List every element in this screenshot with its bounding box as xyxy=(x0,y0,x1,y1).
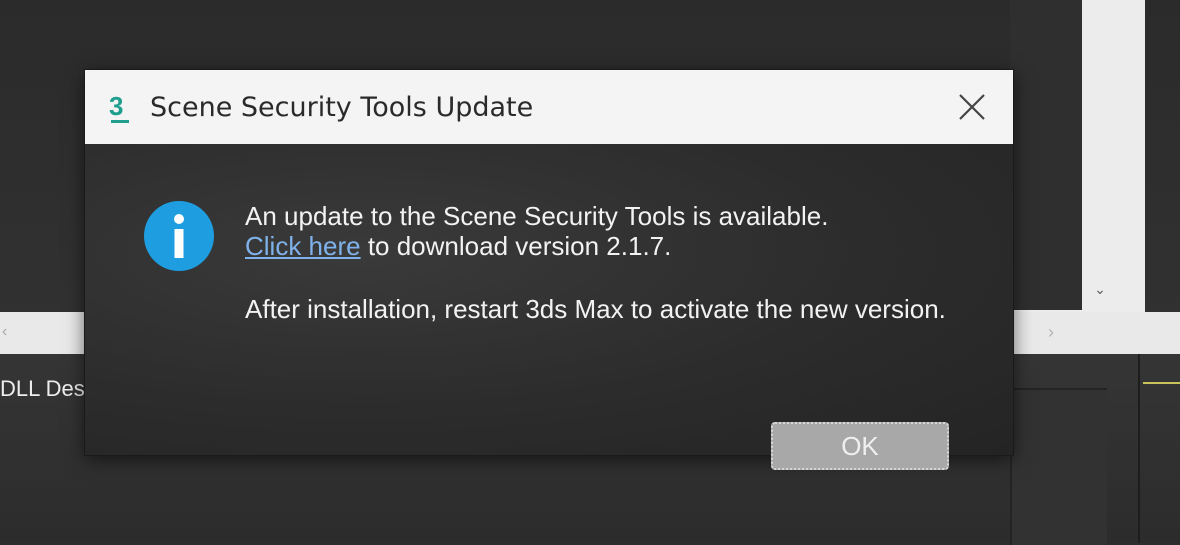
chevron-down-icon[interactable]: ⌄ xyxy=(1091,280,1109,298)
chevron-right-icon[interactable]: › xyxy=(1048,322,1064,342)
panel-divider xyxy=(1138,354,1140,543)
update-dialog: 3 Scene Security Tools Update An update … xyxy=(85,70,1013,470)
dialog-titlebar[interactable]: 3 Scene Security Tools Update xyxy=(85,70,1013,144)
right-panel-inner xyxy=(1010,0,1082,310)
dialog-body: An update to the Scene Security Tools is… xyxy=(85,144,1013,470)
update-message: An update to the Scene Security Tools is… xyxy=(245,201,829,231)
3ds-max-icon: 3 xyxy=(105,90,137,126)
lower-inner-panel xyxy=(1010,388,1107,545)
ok-button[interactable]: OK xyxy=(771,422,949,470)
dialog-title: Scene Security Tools Update xyxy=(150,92,534,123)
download-message: Click here to download version 2.1.7. xyxy=(245,230,671,262)
close-icon[interactable] xyxy=(951,86,993,128)
column-header-dll-description[interactable]: DLL Des xyxy=(0,372,95,406)
info-icon xyxy=(144,201,214,271)
download-link[interactable]: Click here xyxy=(245,231,361,261)
download-message-text: to download version 2.1.7. xyxy=(360,231,672,261)
restart-message: After installation, restart 3ds Max to a… xyxy=(245,294,946,324)
svg-text:3: 3 xyxy=(109,91,123,121)
highlight-line xyxy=(1143,382,1180,384)
chevron-left-icon[interactable]: ‹ xyxy=(2,322,14,342)
